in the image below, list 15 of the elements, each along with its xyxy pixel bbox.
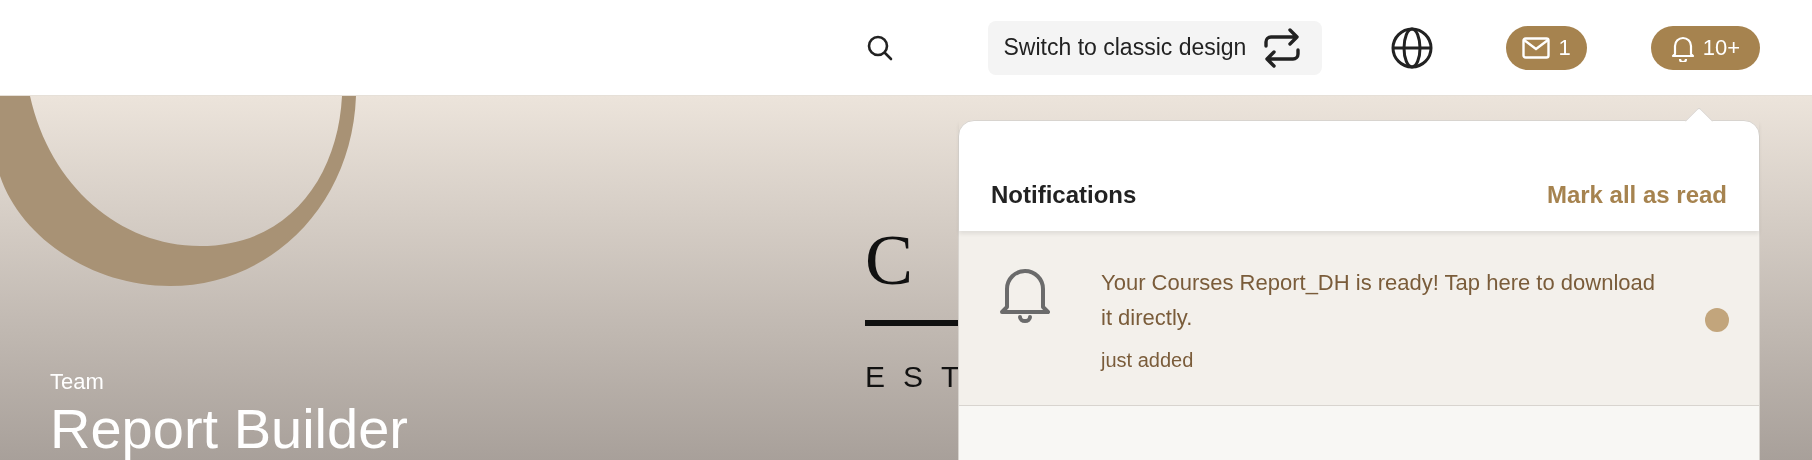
globe-icon[interactable] bbox=[1390, 25, 1435, 70]
logo-wordmark: C bbox=[865, 224, 945, 296]
eyebrow-text: Team bbox=[50, 368, 105, 397]
switch-design-button[interactable]: Switch to classic design bbox=[987, 20, 1323, 75]
notification-time: just added bbox=[1101, 348, 1195, 374]
dropdown-title: Notifications bbox=[991, 180, 1137, 210]
notification-text: Your Courses Report_DH is ready! Tap here to download it directly. bbox=[1101, 269, 1656, 333]
mark-all-read-link[interactable]: Mark all as read bbox=[1546, 177, 1727, 213]
notifications-button[interactable]: 10+ bbox=[1650, 25, 1760, 70]
notification-item[interactable]: Your Courses Report_DH is ready! Tap here to download it directly. just added bbox=[959, 231, 1759, 407]
page-title: Report Builder bbox=[50, 398, 408, 460]
envelope-icon bbox=[1522, 36, 1551, 59]
swap-arrows-icon bbox=[1262, 27, 1303, 68]
search-icon[interactable] bbox=[865, 33, 894, 62]
messages-button[interactable]: 1 bbox=[1506, 25, 1587, 70]
